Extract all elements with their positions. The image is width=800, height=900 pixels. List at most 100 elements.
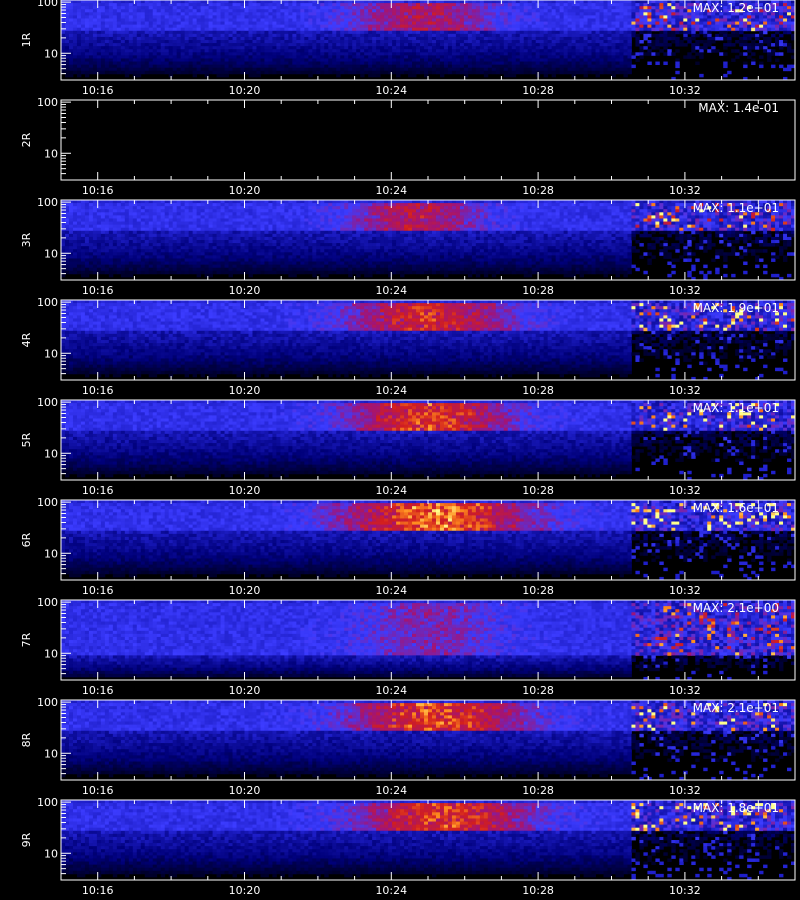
heatmap-cell (663, 52, 668, 56)
heatmap-cell (116, 18, 122, 22)
heatmap-cell (475, 27, 481, 32)
heatmap-cell (324, 9, 329, 13)
heatmap-cell (755, 43, 760, 47)
heatmap-cell (320, 46, 325, 50)
heatmap-cell (356, 33, 361, 38)
heatmap-cell (320, 3, 325, 7)
heatmap-cell (120, 209, 126, 213)
heatmap-cell (567, 33, 573, 38)
heatmap-cell (360, 6, 365, 10)
heatmap-cell (324, 70, 329, 75)
heatmap-cell (276, 67, 281, 72)
heatmap-cell (651, 9, 656, 13)
heatmap-cell (428, 15, 433, 19)
heatmap-cell (487, 6, 493, 10)
heatmap-cell (152, 27, 158, 32)
heatmap-cell (695, 40, 700, 44)
heatmap-cell (775, 30, 780, 35)
heatmap-cell (232, 49, 237, 53)
heatmap-cell (88, 36, 94, 41)
heatmap-cell (236, 33, 241, 38)
heatmap-cell (132, 264, 138, 269)
heatmap-cell (384, 30, 389, 35)
max-label: MAX: 1.2e+01 (693, 1, 779, 15)
heatmap-cell (396, 52, 401, 56)
heatmap-cell (132, 246, 138, 250)
heatmap-cell (575, 70, 580, 75)
heatmap-cell (352, 36, 357, 41)
heatmap-cell (735, 33, 740, 38)
heatmap-cell (128, 52, 134, 56)
heatmap-cell (767, 49, 772, 53)
heatmap-cell (527, 67, 533, 72)
heatmap-cell (132, 6, 138, 10)
heatmap-cell (336, 9, 341, 13)
heatmap-cell (531, 36, 537, 41)
heatmap-cell (124, 203, 130, 207)
heatmap-cell (575, 15, 580, 19)
heatmap-cell (455, 6, 461, 10)
heatmap-cell (188, 55, 194, 59)
heatmap-cell (332, 24, 337, 29)
heatmap-cell (88, 227, 94, 232)
heatmap-cell (463, 46, 469, 50)
heatmap-cell (615, 58, 620, 62)
heatmap-cell (88, 243, 94, 247)
heatmap-cell (527, 70, 533, 75)
heatmap-cell (164, 258, 170, 262)
heatmap-cell (763, 46, 768, 50)
heatmap-cell (284, 46, 289, 50)
heatmap-cell (212, 40, 217, 44)
heatmap-cell (559, 61, 565, 66)
heatmap-cell (148, 12, 154, 16)
heatmap-cell (84, 255, 90, 259)
heatmap-cell (563, 40, 569, 44)
heatmap-cell (124, 15, 130, 19)
heatmap-cell (64, 43, 70, 47)
heatmap-cell (455, 70, 461, 75)
heatmap-cell (192, 40, 198, 44)
heatmap-cell (483, 3, 489, 7)
heatmap-cell (575, 36, 580, 41)
heatmap-cell (108, 240, 114, 244)
heatmap-cell (691, 27, 696, 32)
heatmap-cell (787, 27, 792, 32)
heatmap-cell (380, 70, 385, 75)
heatmap-cell (268, 15, 273, 19)
heatmap-cell (320, 52, 325, 56)
heatmap-cell (312, 61, 317, 66)
heatmap-cell (483, 21, 489, 26)
heatmap-cell (519, 61, 525, 66)
heatmap-cell (583, 30, 588, 35)
heatmap-cell (519, 36, 525, 41)
heatmap-cell (116, 255, 122, 259)
heatmap-cell (316, 49, 321, 53)
heatmap-cell (607, 6, 612, 10)
heatmap-cell (767, 52, 772, 56)
heatmap-cell (404, 12, 409, 16)
heatmap-cell (539, 15, 545, 19)
heatmap-cell (615, 21, 620, 26)
heatmap-cell (352, 64, 357, 69)
heatmap-cell (491, 43, 497, 47)
heatmap-cell (368, 3, 373, 7)
heatmap-cell (316, 3, 321, 7)
heatmap-cell (603, 18, 608, 22)
heatmap-cell (424, 21, 429, 26)
heatmap-cell (108, 203, 114, 207)
heatmap-cell (372, 73, 377, 78)
heatmap-cell (296, 40, 301, 44)
heatmap-cell (84, 243, 90, 247)
heatmap-cell (416, 15, 421, 19)
heatmap-cell (152, 18, 158, 22)
heatmap-cell (471, 49, 477, 53)
heatmap-cell (228, 24, 233, 29)
heatmap-cell (176, 58, 182, 62)
heatmap-cell (76, 227, 82, 232)
heatmap-cell (451, 21, 457, 26)
heatmap-cell (148, 264, 154, 269)
heatmap-cell (180, 9, 186, 13)
heatmap-cell (256, 73, 261, 78)
heatmap-cell (164, 27, 170, 32)
heatmap-cell (212, 30, 217, 35)
